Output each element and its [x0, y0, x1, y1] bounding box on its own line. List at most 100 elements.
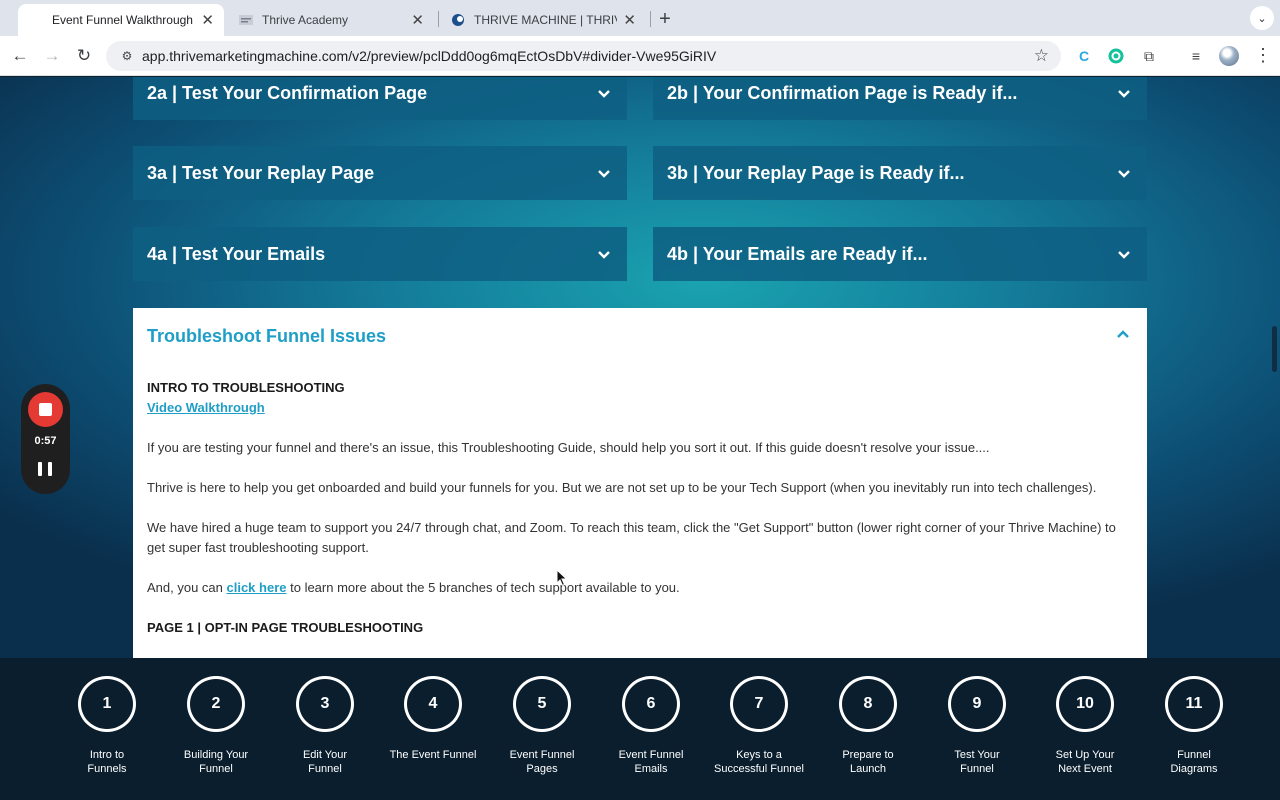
step-6-event-funnel-emails[interactable]: 6 Event Funnel Emails: [601, 676, 701, 776]
step-number: 10: [1056, 676, 1114, 732]
accordion-title: 4a | Test Your Emails: [147, 243, 326, 264]
step-number: 8: [839, 676, 897, 732]
browser-menu-icon[interactable]: ⋮: [1254, 45, 1272, 66]
step-number: 9: [948, 676, 1006, 732]
step-label: Event Funnel Emails: [618, 749, 684, 775]
stop-icon: [39, 403, 52, 416]
step-7-keys-to-successful-funnel[interactable]: 7 Keys to a Successful Funnel: [709, 676, 809, 776]
extensions-puzzle-icon[interactable]: ⧉: [1139, 46, 1159, 66]
tab-title: Event Funnel Walkthrough (S: [52, 13, 196, 27]
step-label: Intro to Funnels: [87, 749, 127, 775]
profile-avatar[interactable]: [1219, 46, 1239, 66]
step-number: 1: [78, 676, 136, 732]
click-here-link[interactable]: click here: [227, 580, 287, 595]
step-11-funnel-diagrams[interactable]: 11 Funnel Diagrams: [1144, 676, 1244, 776]
page-scrollbar-thumb[interactable]: [1272, 326, 1277, 372]
onboarding-paragraph: Thrive is here to help you get onboarded…: [147, 480, 1097, 495]
address-bar[interactable]: ⚙ app.thrivemarketingmachine.com/v2/prev…: [106, 41, 1061, 71]
grammarly-icon[interactable]: [1106, 46, 1126, 66]
step-9-test-your-funnel[interactable]: 9 Test Your Funnel: [927, 676, 1027, 776]
step-3-edit-your-funnel[interactable]: 3 Edit Your Funnel: [275, 676, 375, 776]
browser-tab-thrive-machine[interactable]: THRIVE MACHINE | THRIVE A ✕: [440, 4, 646, 36]
chevron-down-icon: [595, 247, 613, 262]
intro-paragraph: If you are testing your funnel and there…: [147, 440, 990, 455]
accordion-title: 3b | Your Replay Page is Ready if...: [667, 162, 965, 183]
accordion-4a[interactable]: 4a | Test Your Emails: [133, 227, 627, 281]
step-10-set-up-next-event[interactable]: 10 Set Up Your Next Event: [1035, 676, 1135, 776]
screen-recorder-widget: 0:57: [21, 384, 70, 494]
thrive-machine-favicon: [450, 12, 466, 28]
step-4-the-event-funnel[interactable]: 4 The Event Funnel: [383, 676, 483, 762]
step-5-event-funnel-pages[interactable]: 5 Event Funnel Pages: [492, 676, 592, 776]
close-tab-icon[interactable]: ✕: [201, 11, 214, 29]
step-number: 11: [1165, 676, 1223, 732]
tab-search-chevron-icon[interactable]: ⌄: [1250, 6, 1274, 30]
chevron-down-icon: [595, 86, 613, 101]
step-8-prepare-to-launch[interactable]: 8 Prepare to Launch: [818, 676, 918, 776]
step-number: 4: [404, 676, 462, 732]
tech-support-paragraph: And, you can click here to learn more ab…: [147, 578, 1117, 598]
intro-heading: INTRO TO TROUBLESHOOTING: [147, 380, 345, 395]
step-number: 6: [622, 676, 680, 732]
accordion-title: 4b | Your Emails are Ready if...: [667, 243, 928, 264]
step-label: Set Up Your Next Event: [1055, 749, 1115, 775]
bookmark-star-icon[interactable]: ☆: [1034, 46, 1049, 66]
recording-time: 0:57: [34, 435, 57, 447]
step-2-building-your-funnel[interactable]: 2 Building Your Funnel: [166, 676, 266, 776]
browser-toolbar: ← → ↻ ⚙ app.thrivemarketingmachine.com/v…: [0, 36, 1280, 76]
site-info-icon[interactable]: ⚙: [116, 49, 138, 63]
page1-heading: PAGE 1 | OPT-IN PAGE TROUBLESHOOTING: [147, 620, 424, 635]
accordion-title: 3a | Test Your Replay Page: [147, 162, 375, 183]
close-tab-icon[interactable]: ✕: [411, 11, 424, 29]
tab-title: THRIVE MACHINE | THRIVE A: [474, 13, 617, 27]
step-label: Test Your Funnel: [954, 749, 1000, 775]
stop-recording-button[interactable]: [28, 392, 63, 427]
browser-tab-bar: Event Funnel Walkthrough (S ✕ Thrive Aca…: [0, 0, 1280, 36]
reload-icon[interactable]: ↻: [72, 44, 96, 68]
step-label: Keys to a Successful Funnel: [714, 749, 804, 775]
step-number: 7: [730, 676, 788, 732]
extension-c-icon[interactable]: C: [1074, 46, 1094, 66]
step-label: Funnel Diagrams: [1170, 749, 1218, 775]
step-label: Building Your Funnel: [183, 749, 249, 775]
chevron-down-icon: [1115, 247, 1133, 262]
thrive-academy-favicon: [238, 12, 254, 28]
accordion-3a[interactable]: 3a | Test Your Replay Page: [133, 146, 627, 200]
troubleshoot-panel-header[interactable]: Troubleshoot Funnel Issues: [147, 326, 1133, 348]
troubleshoot-title: Troubleshoot Funnel Issues: [147, 326, 387, 346]
browser-tab-event-funnel[interactable]: Event Funnel Walkthrough (S ✕: [18, 4, 224, 36]
new-tab-button[interactable]: +: [652, 6, 678, 32]
chevron-down-icon: [595, 166, 613, 181]
accordion-4b[interactable]: 4b | Your Emails are Ready if...: [653, 227, 1147, 281]
mouse-cursor-icon: [556, 569, 568, 587]
page-favicon: [28, 12, 44, 28]
step-number: 3: [296, 676, 354, 732]
step-number: 5: [513, 676, 571, 732]
step-1-intro-to-funnels[interactable]: 1 Intro to Funnels: [57, 676, 157, 776]
step-number: 2: [187, 676, 245, 732]
reading-list-icon[interactable]: ≡: [1186, 46, 1206, 66]
tab-separator: [650, 11, 651, 27]
browser-tab-thrive-academy[interactable]: Thrive Academy ✕: [228, 4, 434, 36]
support-team-paragraph: We have hired a huge team to support you…: [147, 520, 1116, 555]
accordion-2a[interactable]: 2a | Test Your Confirmation Page: [133, 77, 627, 120]
step-label: Edit Your Funnel: [302, 749, 348, 775]
accordion-3b[interactable]: 3b | Your Replay Page is Ready if...: [653, 146, 1147, 200]
chevron-down-icon: [1115, 86, 1133, 101]
video-walkthrough-link[interactable]: Video Walkthrough: [147, 400, 265, 415]
chevron-up-icon[interactable]: [1117, 326, 1129, 341]
page-content: 2a | Test Your Confirmation Page 2b | Yo…: [0, 77, 1280, 658]
step-label: Prepare to Launch: [842, 749, 894, 775]
forward-arrow-icon[interactable]: →: [40, 44, 64, 68]
accordion-title: 2a | Test Your Confirmation Page: [147, 82, 428, 103]
close-tab-icon[interactable]: ✕: [623, 11, 636, 29]
back-arrow-icon[interactable]: ←: [8, 44, 32, 68]
accordion-title: 2b | Your Confirmation Page is Ready if.…: [667, 82, 1018, 103]
accordion-2b[interactable]: 2b | Your Confirmation Page is Ready if.…: [653, 77, 1147, 120]
paragraph-text: to learn more about the 5 branches of te…: [286, 580, 680, 595]
pause-icon[interactable]: [38, 462, 52, 476]
url-text[interactable]: app.thrivemarketingmachine.com/v2/previe…: [142, 48, 716, 64]
step-label: Event Funnel Pages: [509, 749, 575, 775]
step-navigation-bar: 1 Intro to Funnels 2 Building Your Funnel …: [0, 658, 1280, 800]
tab-separator: [438, 11, 439, 27]
